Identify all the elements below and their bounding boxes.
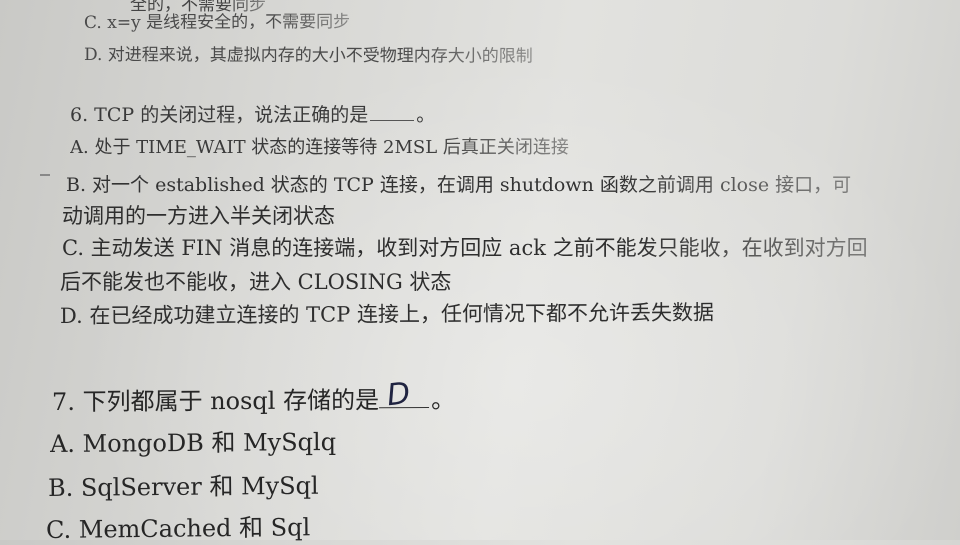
q7-option-a: A. MongoDB 和 MySqlq xyxy=(49,428,337,458)
q6-option-b: B. 对一个 established 状态的 TCP 连接，在调用 shutdo… xyxy=(66,174,852,196)
q6-option-c-continued: 后不能发也不能收，进入 CLOSING 状态 xyxy=(60,270,452,294)
q7-handwritten-answer: D xyxy=(385,376,412,414)
q6-stem-end: 。 xyxy=(416,104,436,126)
q6-option-c: C. 主动发送 FIN 消息的连接端，收到对方回应 ack 之前不能发只能收，在… xyxy=(62,236,868,260)
q7-stem-end: 。 xyxy=(430,385,456,415)
q6-answer-blank xyxy=(370,119,415,121)
q6-option-d: D. 在已经成功建立连接的 TCP 连接上，任何情况下都不允许丢失数据 xyxy=(59,300,715,328)
q7-stem-text: 7. 下列都属于 nosql 存储的是 xyxy=(51,386,380,416)
q7-option-c: C. MemCached 和 Sql xyxy=(45,513,311,544)
q6-stem-text: 6. TCP 的关闭过程，说法正确的是 xyxy=(70,104,369,126)
q6-option-a: A. 处于 TIME_WAIT 状态的连接等待 2MSL 后真正关闭连接 xyxy=(70,137,569,158)
q7-option-b: B. SqlServer 和 MySql xyxy=(47,471,319,502)
q6-option-b-continued: 动调用的一方进入半关闭状态 xyxy=(62,204,335,228)
margin-mark xyxy=(40,174,50,176)
q6-stem: 6. TCP 的关闭过程，说法正确的是 。 xyxy=(70,100,435,127)
q5-option-c: C. x=y 是线程安全的，不需要同步 xyxy=(83,12,351,33)
q7-answer-blank: D xyxy=(378,376,430,413)
q5-option-d: D. 对进程来说，其虚拟内存的大小不受物理内存大小的限制 xyxy=(83,45,533,67)
q7-stem: 7. 下列都属于 nosql 存储的是 D 。 xyxy=(51,376,456,417)
